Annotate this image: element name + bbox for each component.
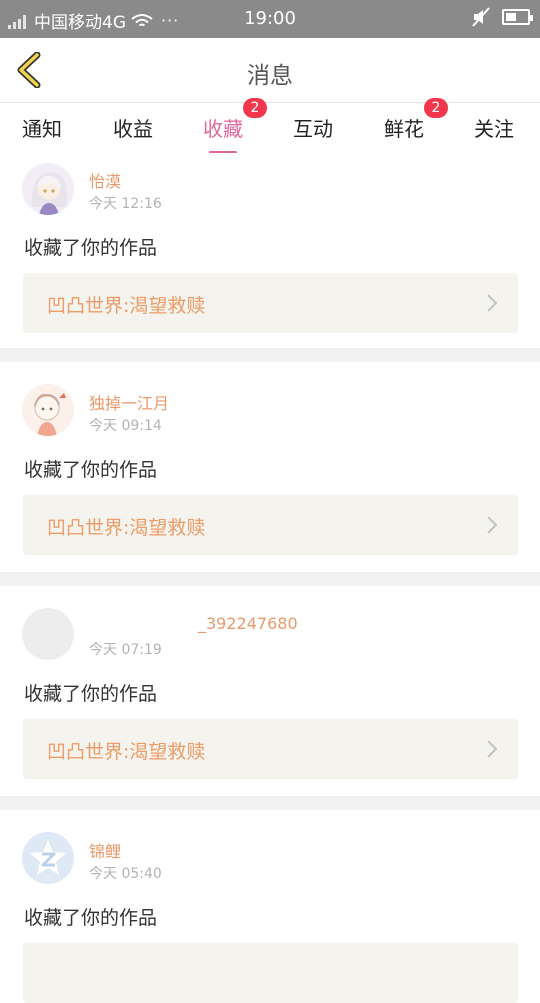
action-text: 收藏了你的作品 [24, 459, 158, 481]
avatar[interactable] [22, 608, 74, 660]
clock: 19:00 [244, 8, 296, 29]
list-item: _392247680 今天 07:19 收藏了你的作品 凹凸世界:渴望救赎 [0, 586, 540, 796]
mute-icon [472, 7, 490, 27]
work-title: 凹凸世界:渴望救赎 [47, 517, 206, 539]
username[interactable]: _392247680 [198, 614, 298, 633]
tab-flowers[interactable]: 鲜花 2 [384, 98, 448, 142]
work-link[interactable]: 凹凸世界:渴望救赎 [23, 719, 518, 779]
action-text: 收藏了你的作品 [24, 237, 158, 259]
avatar[interactable] [22, 832, 74, 884]
tab-label: 收益 [113, 117, 153, 141]
chevron-right-icon [487, 740, 498, 758]
avatar[interactable] [22, 384, 74, 436]
list-item: 怡漠 今天 12:16 收藏了你的作品 凹凸世界:渴望救赎 [0, 153, 540, 348]
page-title: 消息 [247, 63, 293, 89]
username[interactable]: 怡漠 [89, 168, 121, 192]
work-link[interactable]: 凹凸世界:渴望救赎 [23, 495, 518, 555]
nav-bar: 消息 [0, 38, 540, 103]
work-link[interactable]: 凹凸世界:渴望救赎 [23, 273, 518, 333]
chevron-right-icon [487, 516, 498, 534]
work-title: 凹凸世界:渴望救赎 [47, 741, 206, 763]
tab-label: 关注 [474, 117, 514, 141]
list-item: 锦鲤 今天 05:40 收藏了你的作品 [0, 810, 540, 1003]
work-title: 凹凸世界:渴望救赎 [47, 295, 206, 317]
username[interactable]: 独掉一江月 [89, 390, 169, 414]
tab-notice[interactable]: 通知 [22, 113, 62, 142]
username[interactable]: 锦鲤 [89, 838, 121, 862]
tab-interaction[interactable]: 互动 [293, 113, 333, 142]
timestamp: 今天 05:40 [89, 866, 162, 882]
tab-label: 鲜花 [384, 117, 424, 141]
chibi-avatar-icon [22, 384, 74, 436]
divider [0, 796, 540, 810]
action-text: 收藏了你的作品 [24, 907, 158, 929]
divider [0, 348, 540, 362]
divider [0, 572, 540, 586]
default-qzone-avatar-icon [22, 832, 74, 884]
timestamp: 今天 09:14 [89, 418, 162, 434]
unread-badge: 2 [243, 98, 267, 118]
tab-label: 通知 [22, 117, 62, 141]
timestamp: 今天 12:16 [89, 196, 162, 212]
work-link[interactable] [23, 943, 518, 1003]
list-item: 独掉一江月 今天 09:14 收藏了你的作品 凹凸世界:渴望救赎 [0, 362, 540, 572]
message-list: 怡漠 今天 12:16 收藏了你的作品 凹凸世界:渴望救赎 独掉一江月 今天 0… [0, 153, 540, 1003]
tab-favorites[interactable]: 收藏 2 [203, 98, 267, 154]
tab-label: 互动 [293, 117, 333, 141]
chevron-right-icon [487, 294, 498, 312]
timestamp: 今天 07:19 [89, 642, 162, 658]
tab-bar: 通知 收益 收藏 2 互动 鲜花 2 关注 [0, 98, 540, 154]
tab-earnings[interactable]: 收益 [113, 113, 153, 142]
tab-follow[interactable]: 关注 [474, 113, 514, 142]
unread-badge: 2 [424, 98, 448, 118]
anime-girl-avatar-icon [22, 163, 74, 215]
action-text: 收藏了你的作品 [24, 683, 158, 705]
avatar[interactable] [22, 163, 74, 215]
battery-icon [502, 9, 533, 25]
status-bar: 中国移动4G ··· 19:00 [0, 0, 540, 38]
tab-label: 收藏 [203, 117, 243, 141]
